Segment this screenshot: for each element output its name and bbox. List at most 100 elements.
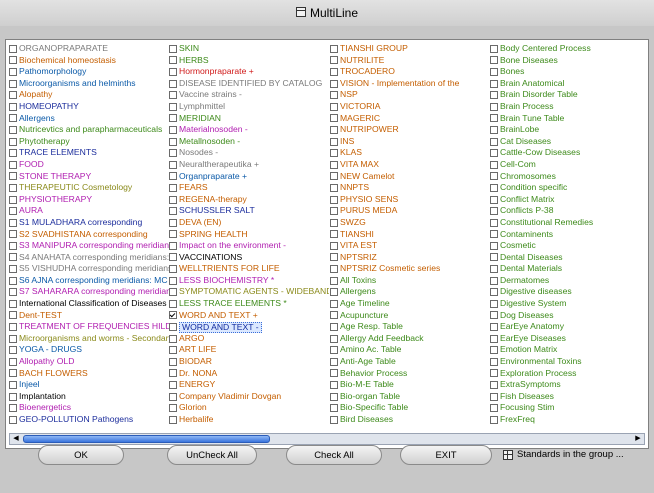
checkbox[interactable] [490, 67, 498, 76]
list-item[interactable]: Dental Materials [490, 263, 645, 275]
list-item[interactable]: Brain Anatomical [490, 78, 645, 90]
standards-in-group-option[interactable]: Standards in the group ... [503, 449, 624, 460]
list-item[interactable]: Digestive diseases [490, 286, 645, 298]
list-item[interactable]: Bird Diseases [330, 414, 490, 426]
checkbox[interactable] [9, 230, 17, 239]
list-item[interactable]: Neuraltherapeutika + [169, 159, 329, 171]
list-item[interactable]: MAGERIC [330, 113, 490, 125]
checkbox[interactable] [330, 404, 338, 413]
checkbox[interactable] [490, 218, 498, 227]
checkbox[interactable] [490, 253, 498, 262]
checkbox[interactable] [9, 183, 17, 192]
list-item[interactable]: All Toxins [330, 275, 490, 287]
checkbox[interactable] [330, 67, 338, 76]
checkbox[interactable] [490, 334, 498, 343]
checkbox[interactable] [490, 346, 498, 355]
checkbox[interactable] [9, 67, 17, 76]
list-item[interactable]: KLAS [330, 147, 490, 159]
list-item[interactable]: Allergy Add Feedback [330, 333, 490, 345]
list-item[interactable]: BIODAR [169, 356, 329, 368]
list-item[interactable]: EarEye Diseases [490, 333, 645, 345]
list-item[interactable]: Digestive System [490, 298, 645, 310]
checkbox[interactable] [9, 276, 17, 285]
checkbox[interactable] [9, 56, 17, 65]
checkbox[interactable] [330, 381, 338, 390]
checkbox[interactable] [330, 114, 338, 123]
list-item[interactable]: Emotion Matrix [490, 344, 645, 356]
checkbox[interactable] [9, 125, 17, 134]
list-item[interactable]: Behavior Process [330, 368, 490, 380]
list-item[interactable]: NNPTS [330, 182, 490, 194]
checkbox[interactable] [490, 195, 498, 204]
checkbox[interactable] [330, 241, 338, 250]
list-item[interactable]: VICTORIA [330, 101, 490, 113]
checkbox[interactable] [169, 369, 177, 378]
checkbox[interactable] [9, 369, 17, 378]
list-item[interactable]: Dental Diseases [490, 252, 645, 264]
list-item[interactable]: Alopathy [9, 89, 169, 101]
checkbox[interactable] [330, 392, 338, 401]
list-item[interactable]: Age Timeline [330, 298, 490, 310]
list-item[interactable]: VACCINATIONS [169, 252, 329, 264]
list-item[interactable]: Cosmetic [490, 240, 645, 252]
list-item[interactable]: SYMPTOMATIC AGENTS - WIDEBAND [169, 286, 329, 298]
checkbox[interactable] [9, 381, 17, 390]
checkbox[interactable] [330, 311, 338, 320]
list-item[interactable]: Brain Process [490, 101, 645, 113]
list-item[interactable]: TREATMENT OF FREQUENCIES HILDA [9, 321, 169, 333]
list-item[interactable]: Bio-organ Table [330, 391, 490, 403]
checkbox[interactable] [169, 56, 177, 65]
list-item[interactable]: Company Vladimir Dovgan [169, 391, 329, 403]
checkbox[interactable] [490, 149, 498, 158]
list-item[interactable]: Allergens [9, 113, 169, 125]
checkbox[interactable] [9, 311, 17, 320]
checkbox[interactable] [330, 369, 338, 378]
checkbox[interactable] [9, 172, 17, 181]
checkbox[interactable] [490, 137, 498, 146]
checkbox[interactable] [330, 207, 338, 216]
checkbox[interactable] [169, 79, 177, 88]
checkbox[interactable] [169, 381, 177, 390]
checkbox[interactable] [169, 183, 177, 192]
list-item[interactable]: PURUS MEDA [330, 205, 490, 217]
list-item[interactable]: ORGANOPRAPARATE [9, 43, 169, 55]
list-item[interactable]: THERAPEUTIC Cosmetology [9, 182, 169, 194]
list-item[interactable]: Hormonpraparate + [169, 66, 329, 78]
list-item[interactable]: Brain Tune Table [490, 113, 645, 125]
list-item[interactable]: Chromosomes [490, 171, 645, 183]
list-item[interactable]: Implantation [9, 391, 169, 403]
list-item[interactable]: Metallnosoden - [169, 136, 329, 148]
list-item[interactable]: Cat Diseases [490, 136, 645, 148]
checkbox[interactable] [330, 218, 338, 227]
checkbox[interactable] [169, 137, 177, 146]
list-item[interactable]: TIANSHI GROUP [330, 43, 490, 55]
checkbox[interactable] [330, 323, 338, 332]
list-item[interactable]: FEARS [169, 182, 329, 194]
list-item[interactable]: NPTSRIZ Cosmetic series [330, 263, 490, 275]
list-item[interactable]: Cell-Com [490, 159, 645, 171]
list-item[interactable]: Dent-TEST [9, 310, 169, 322]
list-item[interactable]: Constitutional Remedies [490, 217, 645, 229]
scrollbar-thumb[interactable] [23, 435, 270, 443]
list-item[interactable]: Lymphmittel [169, 101, 329, 113]
checkbox[interactable] [169, 114, 177, 123]
list-item[interactable]: MERIDIAN [169, 113, 329, 125]
list-item[interactable]: Contaminents [490, 229, 645, 241]
checkbox[interactable] [490, 102, 498, 111]
list-item[interactable]: BACH FLOWERS [9, 368, 169, 380]
checkbox[interactable] [9, 265, 17, 274]
list-item[interactable]: Bone Diseases [490, 55, 645, 67]
list-item[interactable]: Bioenergetics [9, 402, 169, 414]
checkbox[interactable] [330, 253, 338, 262]
checkbox[interactable] [330, 265, 338, 274]
checkbox[interactable] [9, 79, 17, 88]
checkbox[interactable] [490, 172, 498, 181]
checkbox[interactable] [330, 357, 338, 366]
checkbox[interactable] [330, 44, 338, 53]
checkbox[interactable] [169, 91, 177, 100]
checkbox[interactable] [9, 160, 17, 169]
checkbox[interactable] [330, 195, 338, 204]
list-item[interactable]: HOMEOPATHY [9, 101, 169, 113]
checkbox[interactable] [490, 44, 498, 53]
list-item[interactable]: Allopathy OLD [9, 356, 169, 368]
